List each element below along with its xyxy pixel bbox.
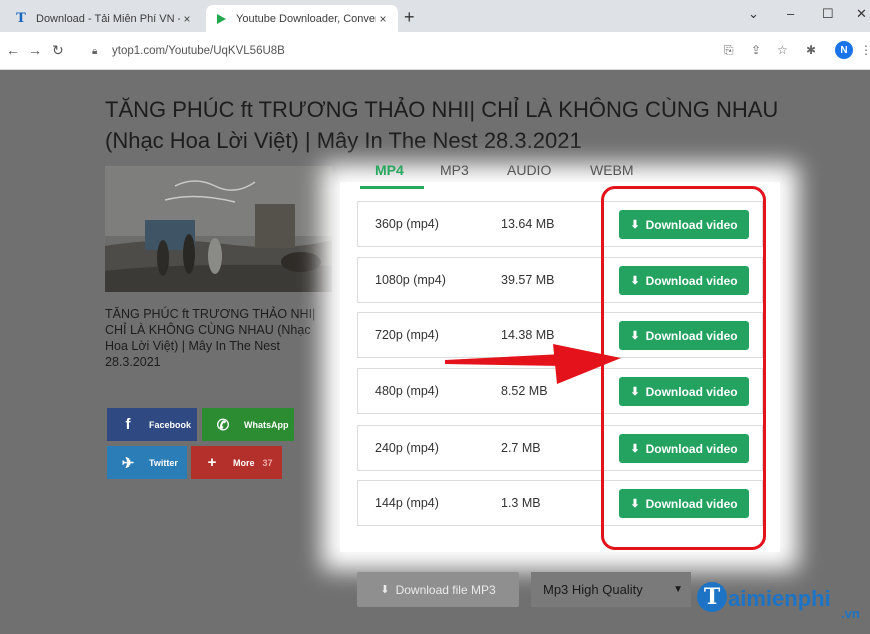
quality-label: 480p (mp4) xyxy=(375,384,439,398)
file-size: 2.7 MB xyxy=(501,441,541,455)
translate-icon[interactable]: ⎘ xyxy=(724,43,734,58)
mp3-quality-select[interactable]: Mp3 High Quality ▼ xyxy=(531,572,691,607)
twitter-bird-icon: ✈ xyxy=(121,454,135,472)
tab-mp4[interactable]: MP4 xyxy=(375,162,404,178)
reload-icon[interactable]: ↻ xyxy=(52,42,64,59)
download-mp3-button[interactable]: ⬇ Download file MP3 xyxy=(357,572,519,607)
download-mp3-label: Download file MP3 xyxy=(395,582,496,597)
download-icon: ⬇ xyxy=(630,443,640,455)
menu-kebab-icon[interactable]: ⋮ xyxy=(860,43,870,57)
tab-search-chevron-icon[interactable]: ⌄ xyxy=(748,6,759,22)
watermark-logo: T xyxy=(697,582,727,612)
tab-webm[interactable]: WEBM xyxy=(590,162,634,178)
tab-title: Youtube Downloader, Convert Vi xyxy=(236,12,376,25)
url-text: ytop1.com/Youtube/UqKVL56U8B xyxy=(112,45,285,57)
facebook-label: Facebook xyxy=(149,419,192,430)
quality-label: 720p (mp4) xyxy=(375,328,439,342)
download-row: 144p (mp4) 1.3 MB ⬇ Download video xyxy=(357,480,763,526)
tab-mp3[interactable]: MP3 xyxy=(440,162,469,178)
download-icon: ⬇ xyxy=(380,584,390,596)
minimize-icon[interactable]: – xyxy=(787,6,794,21)
mp3-quality-value: Mp3 High Quality xyxy=(543,582,643,597)
download-video-button[interactable]: ⬇ Download video xyxy=(619,434,749,463)
browser-tab-taimienphi[interactable]: T Download - Tải Miễn Phí VN - Ph × xyxy=(6,5,202,32)
close-tab-icon[interactable]: × xyxy=(376,12,390,26)
twitter-label: Twitter xyxy=(149,457,178,468)
plus-icon: + xyxy=(207,454,217,471)
address-bar[interactable]: 🔒︎ ytop1.com/Youtube/UqKVL56U8B xyxy=(92,38,732,64)
watermark-suffix: .vn xyxy=(841,606,860,621)
close-tab-icon[interactable]: × xyxy=(180,12,194,26)
download-icon: ⬇ xyxy=(630,386,640,398)
download-row: 480p (mp4) 8.52 MB ⬇ Download video xyxy=(357,368,763,414)
download-row: 240p (mp4) 2.7 MB ⬇ Download video xyxy=(357,425,763,471)
quality-label: 1080p (mp4) xyxy=(375,273,446,287)
download-icon: ⬇ xyxy=(630,330,640,342)
quality-label: 144p (mp4) xyxy=(375,496,439,510)
facebook-icon: f xyxy=(125,416,131,433)
browser-tab-youtube-downloader[interactable]: Youtube Downloader, Convert Vi × xyxy=(206,5,398,32)
download-video-button[interactable]: ⬇ Download video xyxy=(619,377,749,406)
forward-icon[interactable]: → xyxy=(28,42,42,58)
whatsapp-label: WhatsApp xyxy=(244,419,289,430)
file-size: 1.3 MB xyxy=(501,496,541,510)
profile-avatar[interactable]: N xyxy=(835,41,853,59)
whatsapp-share-button[interactable]: ✆ WhatsApp xyxy=(202,408,294,441)
download-icon: ⬇ xyxy=(630,498,640,510)
whatsapp-icon: ✆ xyxy=(216,416,230,434)
download-video-button[interactable]: ⬇ Download video xyxy=(619,489,749,518)
watermark-text: aimienphi xyxy=(728,586,831,611)
page-content: TĂNG PHÚC ft TRƯƠNG THẢO NHI| CHỈ LÀ KHÔ… xyxy=(0,70,870,634)
play-icon xyxy=(214,12,228,26)
browser-toolbar: ← → ↻ 🔒︎ ytop1.com/Youtube/UqKVL56U8B ⎘ … xyxy=(0,32,870,70)
file-size: 13.64 MB xyxy=(501,217,555,231)
more-label: More xyxy=(233,457,255,468)
download-row: 720p (mp4) 14.38 MB ⬇ Download video xyxy=(357,312,763,358)
download-video-button[interactable]: ⬇ Download video xyxy=(619,266,749,295)
new-tab-button[interactable]: + xyxy=(404,8,415,26)
lock-icon: 🔒︎ xyxy=(92,45,98,57)
quality-label: 360p (mp4) xyxy=(375,217,439,231)
tab-audio[interactable]: AUDIO xyxy=(507,162,551,178)
download-row: 360p (mp4) 13.64 MB ⬇ Download video xyxy=(357,201,763,247)
extensions-icon[interactable]: ✱ xyxy=(806,43,816,57)
site-favicon-icon: T xyxy=(16,11,26,26)
video-thumbnail[interactable] xyxy=(105,166,332,292)
close-window-icon[interactable]: ✕ xyxy=(856,6,867,22)
file-size: 8.52 MB xyxy=(501,384,548,398)
active-tab-indicator xyxy=(360,186,424,189)
video-caption: TĂNG PHÚC ft TRƯƠNG THẢO NHI| CHỈ LÀ KHÔ… xyxy=(105,307,316,369)
download-icon: ⬇ xyxy=(630,275,640,287)
more-share-button[interactable]: + More 37 xyxy=(191,446,282,479)
download-video-button[interactable]: ⬇ Download video xyxy=(619,210,749,239)
quality-label: 240p (mp4) xyxy=(375,441,439,455)
maximize-icon[interactable]: ☐ xyxy=(822,6,834,22)
back-icon[interactable]: ← xyxy=(6,42,20,58)
file-size: 14.38 MB xyxy=(501,328,555,342)
file-size: 39.57 MB xyxy=(501,273,555,287)
tab-title: Download - Tải Miễn Phí VN - Ph xyxy=(36,12,180,25)
tab-strip: T Download - Tải Miễn Phí VN - Ph × Yout… xyxy=(0,0,870,32)
facebook-share-button[interactable]: f Facebook xyxy=(107,408,197,441)
share-count: 37 xyxy=(262,457,273,468)
download-icon: ⬇ xyxy=(630,219,640,231)
bookmark-star-icon[interactable]: ☆ xyxy=(777,43,788,57)
taimienphi-watermark: T aimienphi .vn xyxy=(697,582,860,621)
dropdown-caret-icon: ▼ xyxy=(673,584,683,595)
share-icon[interactable]: ⇪ xyxy=(751,43,761,57)
video-title: TĂNG PHÚC ft TRƯƠNG THẢO NHI| CHỈ LÀ KHÔ… xyxy=(105,97,779,153)
download-row: 1080p (mp4) 39.57 MB ⬇ Download video xyxy=(357,257,763,303)
twitter-share-button[interactable]: ✈ Twitter xyxy=(107,446,187,479)
download-video-button[interactable]: ⬇ Download video xyxy=(619,321,749,350)
